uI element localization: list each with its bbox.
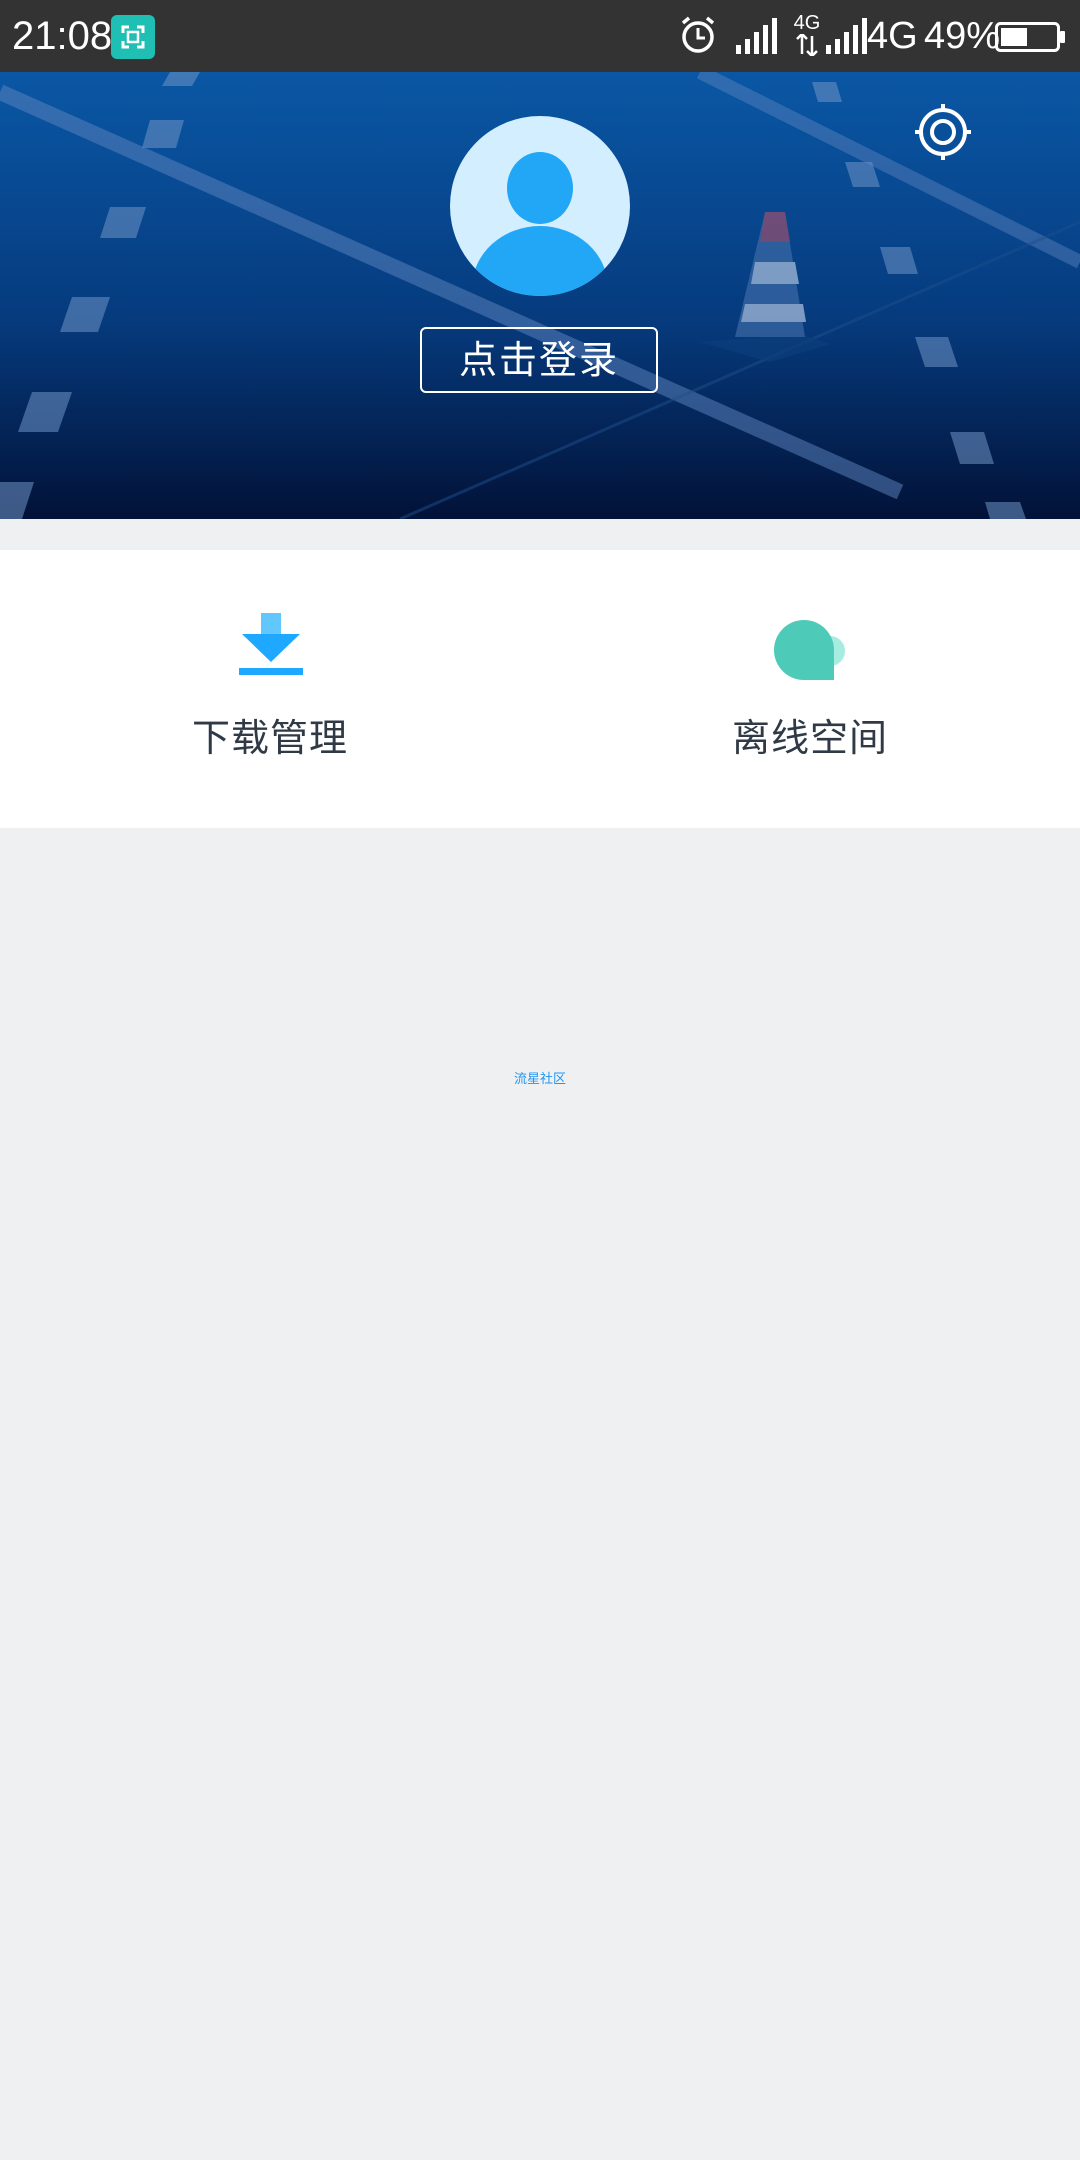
cloud-icon xyxy=(774,620,845,680)
signal-icon xyxy=(736,18,777,54)
gear-icon[interactable] xyxy=(915,104,971,160)
offline-space-label: 离线空间 xyxy=(731,716,888,760)
data-arrows-icon xyxy=(796,32,818,58)
screen-capture-icon xyxy=(111,15,155,59)
download-icon xyxy=(239,613,303,675)
offline-space-item[interactable]: 离线空间 xyxy=(540,550,1080,828)
network-type-small-label: 4G xyxy=(793,12,821,34)
status-time: 21:08 xyxy=(12,14,113,58)
quick-actions-panel: 下载管理 离线空间 xyxy=(0,550,1080,828)
alarm-icon xyxy=(681,16,715,53)
network-type-small: 4G xyxy=(793,12,821,61)
user-avatar-icon[interactable] xyxy=(450,116,630,296)
battery-percent: 49% xyxy=(924,15,1001,57)
login-button[interactable]: 点击登录 xyxy=(420,327,658,393)
signal-icon xyxy=(826,18,867,54)
status-bar: 21:08 4G 4G 49% xyxy=(0,0,1080,72)
profile-header: 点击登录 xyxy=(0,72,1080,519)
network-type: 4G xyxy=(867,15,918,57)
download-manager-item[interactable]: 下载管理 xyxy=(0,550,540,828)
battery-icon xyxy=(995,22,1065,52)
download-manager-label: 下载管理 xyxy=(191,716,348,760)
community-link[interactable]: 流星社区 xyxy=(440,1070,640,1090)
